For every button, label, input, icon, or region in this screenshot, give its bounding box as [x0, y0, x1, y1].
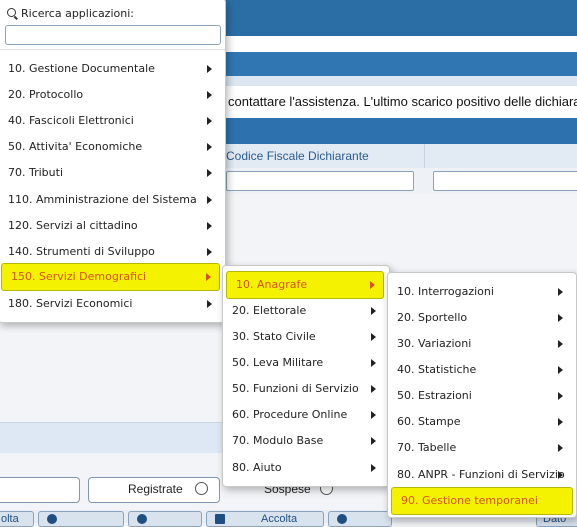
- submenu-servizi-demografici: 10. Anagrafe 20. Elettorale 30. Stato Ci…: [222, 265, 390, 487]
- submenu-anagrafe: 10. Interrogazioni 20. Sportello 30. Var…: [387, 272, 577, 518]
- grid-header-codice-fiscale[interactable]: Codice Fiscale Dichiarante: [226, 149, 369, 163]
- chevron-right-icon: [558, 366, 563, 374]
- menu-item-anpr-funzioni-servizio[interactable]: 80. ANPR - Funzioni di Servizio: [388, 462, 576, 488]
- menu-item-interrogazioni[interactable]: 10. Interrogazioni: [388, 279, 576, 305]
- btn-scarta[interactable]: [328, 511, 392, 527]
- filter-input-codice-fiscale[interactable]: [226, 171, 414, 191]
- chevron-right-icon: [206, 273, 211, 281]
- app-menu-root: Ricerca applicazioni: 10. Gestione Docum…: [0, 0, 226, 323]
- menu-item-funzioni-servizio[interactable]: 50. Funzioni di Servizio: [223, 376, 389, 402]
- menu-item-anagrafe[interactable]: 10. Anagrafe: [226, 271, 384, 299]
- menu-item-amministrazione-sistema[interactable]: 110. Amministrazione del Sistema: [0, 187, 225, 213]
- chevron-right-icon: [558, 392, 563, 400]
- chevron-right-icon: [207, 143, 212, 151]
- menu-item-tributi[interactable]: 70. Tributi: [0, 160, 225, 186]
- chevron-right-icon: [207, 222, 212, 230]
- chevron-right-icon: [558, 444, 563, 452]
- menu-separator: [0, 49, 225, 50]
- menu-item-protocollo[interactable]: 20. Protocollo: [0, 82, 225, 108]
- menu-item-sportello[interactable]: 20. Sportello: [388, 305, 576, 331]
- menu-item-statistiche[interactable]: 40. Statistiche: [388, 357, 576, 383]
- menu-item-elettorale[interactable]: 20. Elettorale: [223, 298, 389, 324]
- chevron-right-icon: [207, 91, 212, 99]
- menu-item-gestione-documentale[interactable]: 10. Gestione Documentale: [0, 56, 225, 82]
- chevron-right-icon: [371, 333, 376, 341]
- menu-item-servizi-cittadino[interactable]: 120. Servizi al cittadino: [0, 213, 225, 239]
- btn-accolta[interactable]: Accolta: [206, 511, 324, 527]
- menu-item-strumenti-sviluppo[interactable]: 140. Strumenti di Sviluppo: [0, 239, 225, 265]
- chevron-right-icon: [207, 300, 212, 308]
- chevron-right-icon: [207, 65, 212, 73]
- chevron-right-icon: [371, 464, 376, 472]
- filter-input-col2[interactable]: [433, 171, 577, 191]
- menu-item-modulo-base[interactable]: 70. Modulo Base: [223, 428, 389, 454]
- notice-text: contattare l'assistenza. L'ultimo scaric…: [228, 94, 577, 109]
- chevron-right-icon: [558, 418, 563, 426]
- radio-label-registrate: Registrate: [128, 482, 183, 496]
- chevron-right-icon: [558, 314, 563, 322]
- chevron-right-icon: [207, 196, 212, 204]
- chevron-right-icon: [207, 169, 212, 177]
- menu-item-servizi-economici[interactable]: 180. Servizi Economici: [0, 291, 225, 317]
- radio-registrate[interactable]: [195, 482, 208, 495]
- chevron-right-icon: [558, 471, 563, 479]
- menu-item-leva-militare[interactable]: 50. Leva Militare: [223, 350, 389, 376]
- chevron-right-icon: [207, 117, 212, 125]
- radio-box-left: [0, 477, 80, 503]
- menu-item-fascicoli-elettronici[interactable]: 40. Fascicoli Elettronici: [0, 108, 225, 134]
- menu-item-stato-civile[interactable]: 30. Stato Civile: [223, 324, 389, 350]
- btn-accolta-left[interactable]: olta: [0, 511, 34, 527]
- menu-item-variazioni[interactable]: 30. Variazioni: [388, 331, 576, 357]
- btn-upload[interactable]: [128, 511, 202, 527]
- chevron-right-icon: [371, 385, 376, 393]
- menu-item-gestione-temporanei[interactable]: 90. Gestione temporanei: [391, 487, 573, 515]
- search-input[interactable]: [5, 25, 221, 45]
- btn-remove[interactable]: [38, 511, 124, 527]
- chevron-right-icon: [207, 248, 212, 256]
- search-icon: [7, 8, 16, 17]
- chevron-right-icon: [371, 359, 376, 367]
- chevron-right-icon: [371, 307, 376, 315]
- chevron-right-icon: [370, 281, 375, 289]
- menu-item-stampe[interactable]: 60. Stampe: [388, 409, 576, 435]
- chevron-right-icon: [558, 288, 563, 296]
- menu-item-servizi-demografici[interactable]: 150. Servizi Demografici: [1, 263, 220, 291]
- menu-item-attivita-economiche[interactable]: 50. Attivita' Economiche: [0, 134, 225, 160]
- chevron-right-icon: [371, 437, 376, 445]
- search-label: Ricerca applicazioni:: [21, 7, 134, 20]
- menu-item-procedure-online[interactable]: 60. Procedure Online: [223, 402, 389, 428]
- chevron-right-icon: [558, 340, 563, 348]
- grid-header-separator: [424, 144, 425, 168]
- menu-item-aiuto[interactable]: 80. Aiuto: [223, 455, 389, 481]
- chevron-right-icon: [371, 411, 376, 419]
- menu-item-estrazioni[interactable]: 50. Estrazioni: [388, 383, 576, 409]
- menu-item-tabelle[interactable]: 70. Tabelle: [388, 435, 576, 461]
- search-header: Ricerca applicazioni:: [7, 7, 134, 20]
